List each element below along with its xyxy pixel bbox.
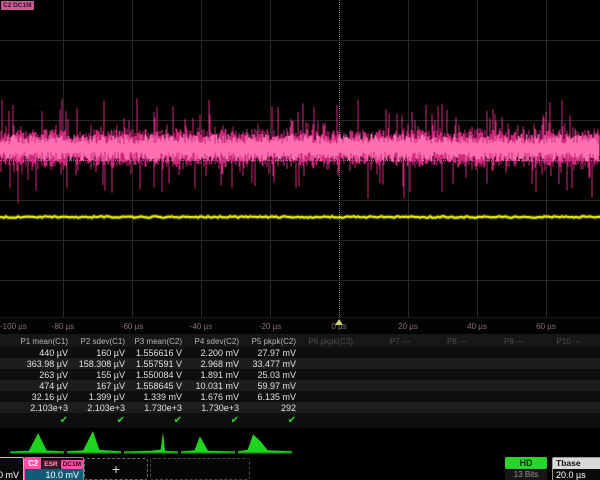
measure-value: 292 <box>281 403 296 413</box>
measure-table: P1 mean(C1) P2 sdev(C1) P3 mean(C2) P4 sdev… <box>0 334 600 428</box>
measure-value: 158.308 µV <box>79 359 125 369</box>
measure-value: 59.97 mV <box>257 381 296 391</box>
histicon-p3[interactable] <box>124 429 178 455</box>
measure-value: 440 µV <box>39 348 68 358</box>
channel-descriptor-c2[interactable]: C2 ESR DC1M 10.0 mV <box>24 457 84 480</box>
measure-col-header-p10[interactable]: P10 --- <box>557 337 581 346</box>
time-tick-label: -40 µs <box>190 322 212 331</box>
time-tick-label: 40 µs <box>467 322 487 331</box>
c2-label: C2 <box>25 458 41 469</box>
measure-value-row: 474 µV 167 µV 1.558645 V 10.031 mV 59.97 mV <box>0 380 600 391</box>
add-trace-button[interactable]: + <box>84 458 148 480</box>
trace-label-badge[interactable]: C2 DC1M <box>1 1 34 10</box>
measure-value: 27.97 mV <box>257 348 296 358</box>
measure-value: 474 µV <box>39 381 68 391</box>
measure-col-header-p7[interactable]: P7 --- <box>390 337 410 346</box>
trigger-position-marker[interactable] <box>335 319 343 325</box>
histicon-p1[interactable] <box>10 429 64 455</box>
measure-value: 1.557591 V <box>136 359 182 369</box>
measure-value-row: 440 µV 160 µV 1.556616 V 2.200 mV 27.97 mV <box>0 347 600 358</box>
oscilloscope-screen: C2 DC1M -100 µs-80 µs-60 µs-40 µs-20 µs0… <box>0 0 600 480</box>
measure-status-check: ✔ <box>231 415 239 426</box>
measure-col-header-p8[interactable]: P8 --- <box>447 337 467 346</box>
measure-col-header-p1[interactable]: P1 mean(C1) <box>20 337 68 346</box>
measure-value: 1.676 mV <box>200 392 239 402</box>
measure-value: 1.730e+3 <box>144 403 182 413</box>
time-tick-label: -20 µs <box>259 322 281 331</box>
time-tick-label: -80 µs <box>52 322 74 331</box>
measure-value: 2.103e+3 <box>30 403 68 413</box>
time-axis: -100 µs-80 µs-60 µs-40 µs-20 µs0 µs20 µs… <box>0 317 600 335</box>
hd-bits-label: 13 Bits <box>505 470 547 480</box>
c2-coupling-badge: DC1M <box>61 460 83 469</box>
status-bar: C1 DC1M 10.0 mV C2 ESR DC1M 10.0 mV + HD… <box>0 457 600 480</box>
measure-value: 1.550084 V <box>136 370 182 380</box>
measure-col-header-p4[interactable]: P4 sdev(C2) <box>195 337 239 346</box>
measure-value: 25.03 mV <box>257 370 296 380</box>
measure-value: 33.477 mV <box>252 359 296 369</box>
add-trace-slot[interactable] <box>150 458 250 480</box>
measure-value-row: 263 µV 155 µV 1.550084 V 1.891 mV 25.03 mV <box>0 369 600 380</box>
time-tick-label: -100 µs <box>0 322 27 331</box>
measure-status-check: ✔ <box>60 415 68 426</box>
measure-value: 363.98 µV <box>27 359 68 369</box>
measure-value: 2.103e+3 <box>87 403 125 413</box>
measure-value-row: 363.98 µV 158.308 µV 1.557591 V 2.968 mV 33.… <box>0 358 600 369</box>
measure-value: 263 µV <box>39 370 68 380</box>
timebase-descriptor[interactable]: Tbase 20.0 µs <box>552 457 600 480</box>
timebase-title: Tbase <box>553 458 600 469</box>
time-tick-label: -60 µs <box>121 322 143 331</box>
measure-value: 1.399 µV <box>89 392 125 402</box>
waveform-grid: C2 DC1M <box>0 0 600 317</box>
measure-value: 6.135 mV <box>257 392 296 402</box>
measure-col-header-p9[interactable]: P9 --- <box>504 337 524 346</box>
measure-value: 1.339 mV <box>143 392 182 402</box>
time-tick-label: 60 µs <box>536 322 556 331</box>
measure-col-header-p3[interactable]: P3 mean(C2) <box>134 337 182 346</box>
c1-vertical-scale: 10.0 mV <box>0 469 23 480</box>
histicon-p5[interactable] <box>238 429 292 455</box>
measure-status-check: ✔ <box>117 415 125 426</box>
hd-mode-badge[interactable]: HD <box>505 457 547 469</box>
measure-status-row: ✔ ✔ ✔ ✔ ✔ <box>0 413 600 428</box>
measure-col-header-p5[interactable]: P5 pkpk(C2) <box>252 337 296 346</box>
measure-col-header-p6[interactable]: P6 pkpk(C3) <box>309 337 353 346</box>
timebase-value: 20.0 µs <box>553 469 600 480</box>
measure-value: 155 µV <box>96 370 125 380</box>
measure-value: 1.730e+3 <box>201 403 239 413</box>
histicon-row <box>0 429 600 456</box>
histicon-p2[interactable] <box>67 429 121 455</box>
trace-c1[interactable] <box>0 0 600 317</box>
measure-col-header-p2[interactable]: P2 sdev(C1) <box>81 337 125 346</box>
measure-value: 10.031 mV <box>195 381 239 391</box>
measure-value-row: 32.16 µV 1.399 µV 1.339 mV 1.676 mV 6.135 mV <box>0 391 600 402</box>
channel-descriptor-c1[interactable]: C1 DC1M 10.0 mV <box>0 457 24 480</box>
measure-status-check: ✔ <box>174 415 182 426</box>
measure-status-check: ✔ <box>288 415 296 426</box>
time-tick-label: 20 µs <box>398 322 418 331</box>
measure-value: 1.556616 V <box>136 348 182 358</box>
c2-vertical-scale: 10.0 mV <box>25 469 83 480</box>
measure-value: 167 µV <box>96 381 125 391</box>
measure-value: 2.200 mV <box>200 348 239 358</box>
measure-value: 2.968 mV <box>200 359 239 369</box>
measure-header-row: P1 mean(C1) P2 sdev(C1) P3 mean(C2) P4 sdev… <box>0 334 600 347</box>
c2-esr-badge: ESR <box>42 460 59 469</box>
histicon-p4[interactable] <box>181 429 235 455</box>
measure-value: 160 µV <box>96 348 125 358</box>
measure-value: 1.891 mV <box>200 370 239 380</box>
measure-value-row: 2.103e+3 2.103e+3 1.730e+3 1.730e+3 292 <box>0 402 600 413</box>
measure-value: 32.16 µV <box>32 392 68 402</box>
measure-value: 1.558645 V <box>136 381 182 391</box>
